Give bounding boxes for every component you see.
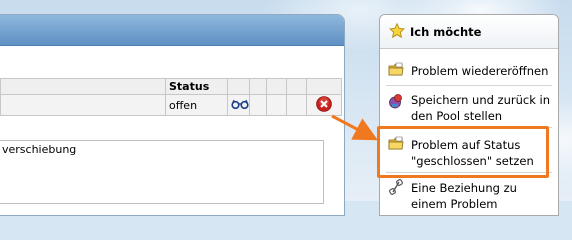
divider xyxy=(386,85,552,86)
action-label: Speichern und zurück in den Pool stellen xyxy=(411,93,551,123)
column-header xyxy=(249,78,267,95)
delete-cell xyxy=(306,94,342,116)
description-panel: verschiebung xyxy=(0,140,324,204)
save-icon xyxy=(388,93,404,112)
star-icon xyxy=(388,22,406,42)
action-panel-title: Ich möchte xyxy=(410,25,482,39)
table-row[interactable]: offen xyxy=(0,94,342,116)
column-header-status[interactable]: Status xyxy=(165,78,228,95)
main-panel: Status offen verschiebung xyxy=(0,14,345,216)
highlight-box xyxy=(377,126,549,178)
folder-icon xyxy=(388,62,404,81)
link-icon xyxy=(388,179,404,198)
description-text: verschiebung xyxy=(2,143,77,156)
view-cell xyxy=(227,94,250,116)
action-label: Eine Beziehung zu einem Problem hinzufüg… xyxy=(411,181,517,215)
delete-icon[interactable] xyxy=(316,95,332,115)
table-cell xyxy=(249,94,267,116)
table-cell xyxy=(286,94,307,116)
main-panel-header xyxy=(0,15,344,46)
column-header xyxy=(306,78,342,95)
table-cell xyxy=(0,94,166,116)
action-label: Problem wiedereröffnen xyxy=(411,64,549,78)
status-cell: offen xyxy=(165,94,228,116)
column-header xyxy=(227,78,250,95)
glasses-icon[interactable] xyxy=(231,99,249,112)
table-cell xyxy=(266,94,287,116)
action-panel: Ich möchte Problem wiedereröffnen Speich… xyxy=(379,14,559,216)
problem-table: Status offen xyxy=(0,78,342,116)
table-header-row: Status xyxy=(0,78,342,95)
column-header xyxy=(286,78,307,95)
column-header xyxy=(266,78,287,95)
action-panel-header: Ich möchte xyxy=(380,15,558,49)
column-header xyxy=(0,78,166,95)
